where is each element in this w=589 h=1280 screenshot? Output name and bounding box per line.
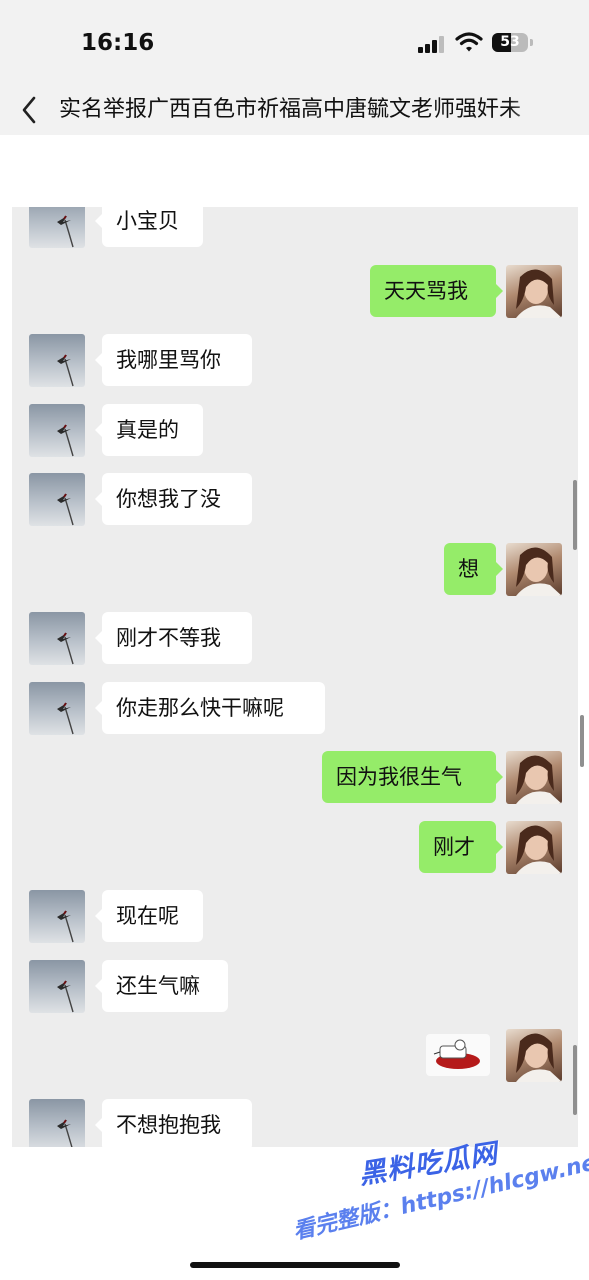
portrait-photo [516, 269, 562, 318]
sent-message: 刚才 [12, 821, 578, 874]
contact-avatar[interactable] [29, 960, 85, 1013]
message-bubble[interactable]: 小宝贝 [102, 207, 203, 247]
message-bubble[interactable]: 我哪里骂你 [102, 334, 252, 386]
bubble-tail [95, 353, 102, 367]
portrait-photo [516, 825, 562, 874]
message-bubble[interactable]: 刚才不等我 [102, 612, 252, 664]
bubble-tail [95, 979, 102, 993]
status-time: 16:16 [81, 30, 155, 56]
contact-avatar[interactable] [29, 207, 85, 248]
message-bubble[interactable]: 因为我很生气 [322, 751, 496, 803]
flower-silhouette-icon [57, 493, 74, 526]
received-message: 我哪里骂你 [12, 334, 578, 387]
battery-percentage: 53 [500, 34, 520, 50]
scrollbar[interactable] [573, 480, 577, 550]
bubble-tail [95, 909, 102, 923]
wifi-icon [455, 31, 483, 53]
scrollbar[interactable] [573, 1045, 577, 1115]
flower-silhouette-icon [57, 910, 74, 943]
page-title: 实名举报广西百色市祈福高中唐毓文老师强奸未 [59, 97, 522, 122]
home-indicator[interactable] [190, 1262, 400, 1268]
bubble-tail [95, 1118, 102, 1132]
flower-silhouette-icon [57, 980, 74, 1013]
sent-message [12, 1029, 578, 1082]
received-message: 刚才不等我 [12, 612, 578, 665]
received-message: 真是的 [12, 404, 578, 457]
sent-message: 天天骂我 [12, 265, 578, 318]
bubble-tail [95, 214, 102, 228]
bubble-tail [95, 631, 102, 645]
user-avatar[interactable] [506, 543, 562, 596]
status-bar: 16:16 53 [0, 0, 589, 88]
flower-silhouette-icon [57, 632, 74, 665]
battery-icon: 53 [492, 33, 528, 52]
message-bubble[interactable]: 刚才 [419, 821, 496, 873]
cellular-signal-icon [418, 35, 446, 53]
flower-silhouette-icon [57, 354, 74, 387]
nav-bar: 实名举报广西百色市祈福高中唐毓文老师强奸未 [0, 88, 589, 135]
message-bubble[interactable]: 你想我了没 [102, 473, 252, 525]
bubble-tail [496, 770, 503, 784]
flower-silhouette-icon [57, 702, 74, 735]
chat-area[interactable]: 小宝贝天天骂我我哪里骂你真是的你想我了没想刚才不等我你走那么快干嘛呢因为我很生气… [12, 207, 578, 1147]
contact-avatar[interactable] [29, 1099, 85, 1147]
bubble-tail [496, 284, 503, 298]
user-avatar[interactable] [506, 265, 562, 318]
received-message: 小宝贝 [12, 207, 578, 248]
header-spacer [0, 135, 589, 207]
message-bubble[interactable]: 你走那么快干嘛呢 [102, 682, 325, 734]
message-bubble[interactable]: 天天骂我 [370, 265, 496, 317]
contact-avatar[interactable] [29, 334, 85, 387]
message-bubble[interactable]: 不想抱抱我 [102, 1099, 252, 1147]
user-avatar[interactable] [506, 821, 562, 874]
flower-silhouette-icon [57, 215, 74, 248]
back-icon[interactable] [16, 94, 44, 126]
message-bubble[interactable]: 真是的 [102, 404, 203, 456]
received-message: 你走那么快干嘛呢 [12, 682, 578, 735]
bubble-tail [95, 701, 102, 715]
received-message: 还生气嘛 [12, 960, 578, 1013]
received-message: 现在呢 [12, 890, 578, 943]
title-fade [509, 88, 549, 135]
contact-avatar[interactable] [29, 612, 85, 665]
message-bubble[interactable]: 想 [444, 543, 496, 595]
sent-message: 想 [12, 543, 578, 596]
sent-message: 因为我很生气 [12, 751, 578, 804]
message-bubble[interactable]: 现在呢 [102, 890, 203, 942]
contact-avatar[interactable] [29, 682, 85, 735]
contact-avatar[interactable] [29, 404, 85, 457]
flower-silhouette-icon [57, 1119, 73, 1147]
message-bubble[interactable]: 还生气嘛 [102, 960, 228, 1012]
contact-avatar[interactable] [29, 473, 85, 526]
bubble-tail [496, 840, 503, 854]
portrait-photo [516, 1033, 562, 1082]
flower-silhouette-icon [57, 424, 74, 457]
battery-nub [530, 39, 533, 46]
scrollbar[interactable] [580, 715, 584, 767]
contact-avatar[interactable] [29, 890, 85, 943]
bubble-tail [95, 492, 102, 506]
received-message: 你想我了没 [12, 473, 578, 526]
bubble-tail [496, 562, 503, 576]
portrait-photo [516, 547, 562, 596]
user-avatar[interactable] [506, 1029, 562, 1082]
bubble-tail [95, 423, 102, 437]
user-avatar[interactable] [506, 751, 562, 804]
sticker-image[interactable] [426, 1034, 490, 1076]
portrait-photo [516, 755, 562, 804]
